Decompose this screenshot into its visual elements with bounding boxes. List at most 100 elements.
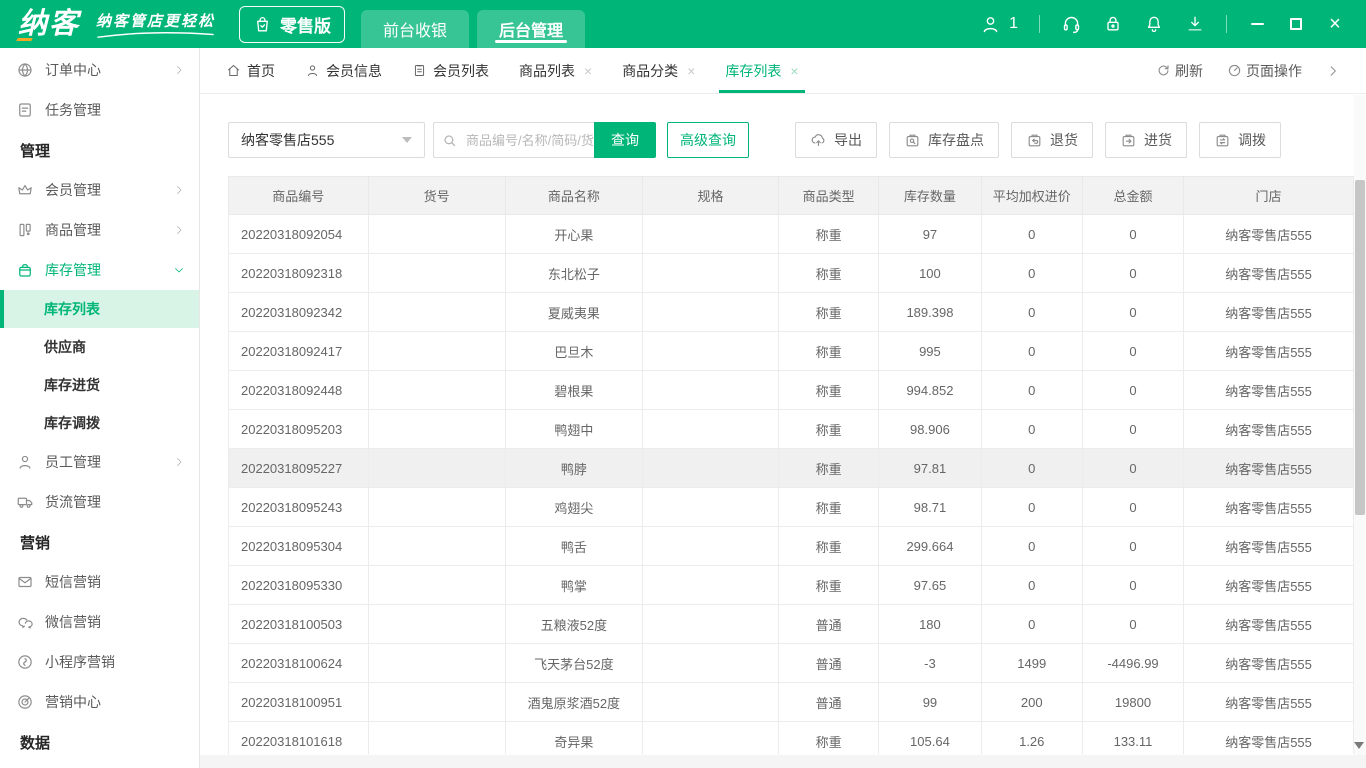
table-cell: 0 — [980, 604, 1083, 644]
toolbar-actions: 导出 库存盘点 退货 进货 调拨 — [795, 122, 1281, 158]
sidebar-item-label: 会员管理 — [45, 182, 101, 198]
page-actions-button[interactable]: 页面操作 — [1227, 61, 1302, 81]
table-cell: 纳客零售店555 — [1183, 604, 1354, 644]
close-tab-icon[interactable]: × — [584, 63, 592, 79]
table-cell: 180 — [878, 604, 982, 644]
sidebar-item-label: 商品管理 — [45, 222, 101, 238]
scroll-down-arrow-icon[interactable] — [1354, 742, 1364, 749]
sidebar-subitem-link[interactable]: 供应商 — [0, 328, 199, 366]
horizontal-scrollbar-track[interactable] — [200, 755, 1366, 768]
table-row[interactable]: 20220318095330 鸭掌 称重 97.65 0 0 纳客零售店555 — [228, 565, 1354, 605]
search-input[interactable] — [464, 131, 594, 149]
table-cell: 1.26 — [980, 721, 1083, 754]
tabbar-overflow-button[interactable] — [1326, 64, 1340, 78]
table-row[interactable]: 20220318095227 鸭脖 称重 97.81 0 0 纳客零售店555 — [228, 448, 1354, 488]
nav-front-cashier-button[interactable]: 前台收银 — [361, 10, 470, 48]
content-area: 首页 会员信息 会员列表 商品列表 × 商品分类 × 库存列表 × 刷新 页面操作 — [200, 48, 1366, 768]
table-row[interactable]: 20220318100951 酒鬼原浆酒52度 普通 99 200 19800 纳客零售店5… — [228, 682, 1354, 722]
tagline-swoosh-icon — [97, 31, 214, 38]
search-button[interactable]: 查询 — [594, 122, 656, 158]
sidebar-item[interactable]: 营销中心 — [0, 682, 199, 722]
sidebar-section-label: 营销 — [20, 534, 51, 552]
sidebar-item[interactable]: 库存管理 — [0, 250, 199, 290]
sidebar-item[interactable]: 会员管理 — [0, 170, 199, 210]
sidebar-item[interactable]: 统计报表 — [0, 762, 199, 768]
tab-item[interactable]: 会员信息 — [305, 48, 382, 93]
chevron-right-icon — [177, 458, 182, 466]
sidebar-subitem-label: 库存列表 — [44, 301, 100, 317]
table-cell: 20220318100624 — [228, 643, 369, 683]
tab-item[interactable]: 商品分类 × — [622, 48, 695, 93]
table-row[interactable]: 20220318092417 巴旦木 称重 995 0 0 纳客零售店555 — [228, 331, 1354, 371]
sidebar-subitem-active[interactable]: 库存列表 — [0, 290, 199, 328]
headset-icon[interactable] — [1061, 14, 1082, 35]
sidebar-subitem-label: 库存调拨 — [44, 415, 100, 431]
sidebar-item[interactable]: 小程序营销 — [0, 642, 199, 682]
close-tab-icon[interactable]: × — [687, 63, 695, 79]
table-row[interactable]: 20220318092342 夏威夷果 称重 189.398 0 0 纳客零售店555 — [228, 292, 1354, 332]
table-row[interactable]: 20220318100624 飞天茅台52度 普通 -3 1499 -4496.99 纳客零… — [228, 643, 1354, 683]
download-icon[interactable] — [1185, 14, 1205, 34]
table-row[interactable]: 20220318095304 鸭舌 称重 299.664 0 0 纳客零售店555 — [228, 526, 1354, 566]
table-cell: 纳客零售店555 — [1183, 214, 1354, 254]
tab-item[interactable]: 商品列表 × — [519, 48, 592, 93]
table-row[interactable]: 20220318095243 鸡翅尖 称重 98.71 0 0 纳客零售店555 — [228, 487, 1354, 527]
table-cell: 20220318095227 — [228, 448, 369, 488]
vertical-scrollbar-thumb[interactable] — [1355, 180, 1365, 515]
sidebar-item[interactable]: 微信营销 — [0, 602, 199, 642]
close-tab-icon[interactable]: × — [790, 63, 798, 79]
table-cell: 0 — [980, 370, 1083, 410]
refresh-button[interactable]: 刷新 — [1156, 61, 1203, 81]
column-header: 平均加权进价 — [980, 176, 1083, 215]
table-row[interactable]: 20220318101618 奇异果 称重 105.64 1.26 133.11 纳客零售店… — [228, 721, 1354, 754]
search-icon — [444, 134, 456, 146]
table-cell — [641, 487, 780, 527]
sidebar-item[interactable]: 商品管理 — [0, 210, 199, 250]
table-row[interactable]: 20220318092318 东北松子 称重 100 0 0 纳客零售店555 — [228, 253, 1354, 293]
sidebar-item[interactable]: 员工管理 — [0, 442, 199, 482]
purchase-button[interactable]: 进货 — [1105, 122, 1187, 158]
table-cell: 奇异果 — [504, 721, 644, 754]
sidebar-item[interactable]: 订单中心 — [0, 50, 199, 90]
sidebar-subitem-link[interactable]: 库存进货 — [0, 366, 199, 404]
table-cell: 1499 — [980, 643, 1083, 683]
close-icon: × — [1329, 13, 1341, 35]
table-cell — [367, 331, 506, 371]
sidebar-item[interactable]: 任务管理 — [0, 90, 199, 130]
table-row[interactable]: 20220318095203 鸭翅中 称重 98.906 0 0 纳客零售店555 — [228, 409, 1354, 449]
bell-icon[interactable] — [1144, 14, 1164, 34]
lock-icon[interactable] — [1103, 14, 1123, 34]
table-cell: 299.664 — [878, 526, 982, 566]
table-body: 20220318092054 开心果 称重 97 0 0 纳客零售店555 202203180… — [228, 214, 1354, 754]
table-row[interactable]: 20220318092448 碧根果 称重 994.852 0 0 纳客零售店555 — [228, 370, 1354, 410]
sidebar-item[interactable]: 货流管理 — [0, 482, 199, 522]
table-cell: 0 — [1081, 214, 1185, 254]
tab-item[interactable]: 首页 — [226, 48, 275, 93]
table-cell: 称重 — [778, 331, 880, 371]
stocktake-icon — [906, 134, 919, 146]
column-header: 商品类型 — [778, 176, 880, 215]
table-row[interactable]: 20220318092054 开心果 称重 97 0 0 纳客零售店555 — [228, 214, 1354, 254]
export-button[interactable]: 导出 — [795, 122, 877, 158]
edition-badge-label: 零售版 — [280, 16, 332, 36]
transfer-button[interactable]: 调拨 — [1199, 122, 1281, 158]
column-header: 规格 — [641, 176, 780, 215]
main-area: 订单中心 任务管理 管理 会员管理 商品管理 库存管理 库存列表 供应商 库存进货 库存调拨 员工管… — [0, 48, 1366, 768]
table-cell: 97.65 — [878, 565, 982, 605]
table-cell — [641, 331, 780, 371]
user-icon[interactable] — [980, 14, 1001, 35]
sidebar-item-label: 小程序营销 — [45, 654, 115, 670]
stocktake-button[interactable]: 库存盘点 — [889, 122, 999, 158]
sidebar-subitem-link[interactable]: 库存调拨 — [0, 404, 199, 442]
table-row[interactable]: 20220318100503 五粮液52度 普通 180 0 0 纳客零售店555 — [228, 604, 1354, 644]
tab-active[interactable]: 库存列表 × — [719, 48, 805, 93]
maximize-button[interactable] — [1287, 15, 1305, 33]
close-button[interactable]: × — [1326, 13, 1344, 35]
return-button[interactable]: 退货 — [1011, 122, 1093, 158]
advanced-search-button[interactable]: 高级查询 — [667, 122, 749, 158]
tab-item[interactable]: 会员列表 — [412, 48, 489, 93]
nav-backend-manage-button[interactable]: 后台管理 — [477, 10, 586, 48]
minimize-button[interactable] — [1248, 15, 1266, 33]
sidebar-item[interactable]: 短信营销 — [0, 562, 199, 602]
store-select[interactable]: 纳客零售店555 — [228, 122, 425, 158]
